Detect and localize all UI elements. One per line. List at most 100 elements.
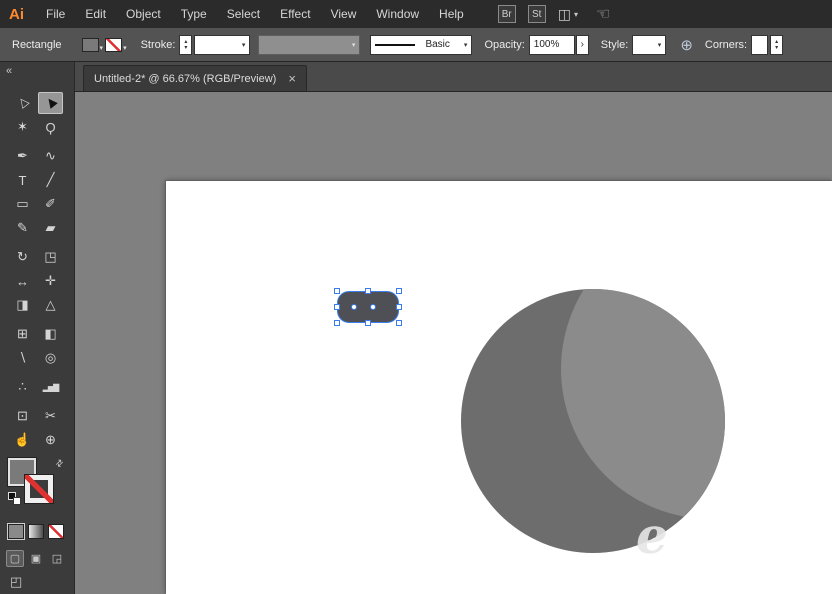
rectangle-tool[interactable]: ▭ — [10, 193, 35, 215]
menu-edit[interactable]: Edit — [75, 7, 116, 21]
stroke-swatch[interactable] — [25, 475, 53, 503]
perspective-grid-tool[interactable]: △ — [38, 294, 63, 316]
screen-mode-button[interactable]: ◰ — [10, 574, 22, 590]
appbar-tools: Br St ◫ ▾ ☜ — [497, 4, 610, 24]
selection-handle[interactable] — [365, 320, 371, 326]
mesh-tool[interactable]: ⊞ — [10, 323, 35, 345]
direct-selection-tool[interactable]: ▶ — [38, 92, 63, 114]
stock-button[interactable]: St — [527, 5, 546, 23]
stroke-label: Stroke: — [140, 38, 176, 51]
collapse-panel-button[interactable]: « — [6, 65, 12, 77]
selection-handle[interactable] — [334, 304, 340, 310]
gradient-tool[interactable]: ◧ — [38, 323, 63, 345]
selection-handle[interactable] — [334, 288, 340, 294]
menu-help[interactable]: Help — [429, 7, 474, 21]
line-segment-icon: ╱ — [46, 172, 55, 187]
stepper-down-icon[interactable]: ▾ — [775, 45, 778, 51]
line-segment-tool[interactable]: ╱ — [38, 169, 63, 191]
menu-type[interactable]: Type — [171, 7, 217, 21]
menu-object[interactable]: Object — [116, 7, 171, 21]
anchor-point[interactable] — [370, 304, 376, 310]
touch-workspace-icon[interactable]: ☜ — [596, 4, 610, 24]
pen-tool[interactable]: ✒ — [10, 145, 35, 167]
draw-normal-button[interactable]: ▢ — [6, 550, 24, 567]
lasso-tool[interactable]: Ϙ — [38, 116, 63, 138]
anchor-point[interactable] — [351, 304, 357, 310]
width-icon: ↔ — [16, 273, 29, 289]
artboard[interactable]: e — [166, 181, 832, 594]
slice-tool[interactable]: ✂ — [38, 405, 63, 427]
pencil-tool[interactable]: ✎ — [10, 217, 35, 239]
zoom-tool[interactable]: ⊕ — [38, 429, 63, 451]
selection-handle[interactable] — [396, 304, 402, 310]
color-button[interactable] — [7, 523, 25, 540]
control-bar: Rectangle ▾ ▾ Stroke: ▴ ▾ ▾ ▾ Basic ▾ Op… — [0, 28, 832, 62]
close-icon[interactable]: × — [288, 72, 296, 85]
selection-handle[interactable] — [396, 288, 402, 294]
corners-stepper[interactable]: ▴ ▾ — [770, 34, 784, 55]
mesh-icon: ⊞ — [17, 326, 28, 341]
zoom-icon: ⊕ — [45, 432, 56, 447]
eraser-tool[interactable]: ▰ — [38, 217, 63, 239]
rounded-rectangle[interactable] — [337, 291, 399, 323]
blend-tool[interactable]: ◎ — [38, 347, 63, 369]
document-tab[interactable]: Untitled-2* @ 66.67% (RGB/Preview) × — [83, 65, 307, 91]
selection-handle[interactable] — [396, 320, 402, 326]
symbol-sprayer-tool[interactable]: ∴ — [10, 376, 35, 398]
stroke-chevron-down-icon[interactable]: ▾ — [123, 44, 127, 52]
menu-effect[interactable]: Effect — [270, 7, 320, 21]
scale-tool[interactable]: ◳ — [38, 246, 63, 268]
eyedropper-tool[interactable]: ∖ — [10, 347, 35, 369]
fill-chevron-down-icon[interactable]: ▾ — [100, 44, 104, 52]
type-tool[interactable]: T — [10, 169, 35, 191]
hand-icon: ☝ — [14, 432, 31, 447]
paintbrush-tool[interactable]: ✐ — [38, 193, 63, 215]
menu-file[interactable]: File — [36, 7, 75, 21]
selection-handle[interactable] — [334, 320, 340, 326]
width-profile-select[interactable]: ▾ — [258, 34, 361, 55]
stepper-down-icon[interactable]: ▾ — [184, 45, 187, 51]
selection-tool[interactable]: ▷ — [10, 92, 35, 114]
curvature-tool[interactable]: ∿ — [38, 145, 63, 167]
menu-select[interactable]: Select — [217, 7, 270, 21]
shape-builder-tool[interactable]: ◨ — [10, 294, 35, 316]
rotate-tool[interactable]: ↻ — [10, 246, 35, 268]
pasteboard[interactable]: e — [75, 92, 832, 594]
stroke-weight-stepper[interactable]: ▴ ▾ — [179, 34, 193, 55]
artboard-tool[interactable]: ⊡ — [10, 405, 35, 427]
brush-definition-select[interactable]: Basic ▾ — [370, 34, 473, 55]
menu-items: File Edit Object Type Select Effect View Window… — [36, 7, 474, 21]
circle-shape[interactable] — [461, 289, 725, 553]
drawing-modes: ▢ ▣ ◲ — [6, 550, 66, 567]
stroke-weight-select[interactable]: ▾ — [194, 34, 251, 55]
selection-handle[interactable] — [365, 288, 371, 294]
selected-shape[interactable] — [334, 288, 402, 326]
none-button[interactable] — [48, 524, 64, 539]
bridge-button[interactable]: Br — [497, 5, 516, 23]
gradient-button[interactable] — [28, 524, 44, 539]
globe-icon[interactable]: ⊕ — [680, 36, 693, 54]
menu-view[interactable]: View — [321, 7, 367, 21]
artboard-icon: ⊡ — [17, 408, 28, 423]
column-graph-icon: ▂▅▇ — [42, 382, 60, 392]
stroke-color-swatch[interactable] — [105, 37, 123, 52]
opacity-panel-arrow[interactable]: › — [575, 34, 589, 55]
default-fill-stroke-button[interactable] — [8, 492, 22, 506]
perspective-grid-icon: △ — [45, 297, 56, 312]
draw-behind-button[interactable]: ▣ — [27, 550, 45, 567]
fill-color-swatch[interactable] — [81, 37, 99, 52]
corners-field[interactable] — [751, 34, 769, 55]
rotate-icon: ↻ — [17, 249, 28, 264]
selection-icon: ▷ — [14, 95, 31, 111]
free-transform-tool[interactable]: ✛ — [38, 270, 63, 292]
hand-tool[interactable]: ☝ — [10, 429, 35, 451]
swap-fill-stroke-icon[interactable]: ⇄ — [53, 457, 66, 470]
style-select[interactable]: ▾ — [632, 34, 667, 55]
opacity-input[interactable]: 100% — [528, 34, 575, 55]
width-tool[interactable]: ↔ — [10, 270, 35, 292]
draw-inside-button[interactable]: ◲ — [48, 550, 66, 567]
magic-wand-tool[interactable]: ✶ — [10, 116, 35, 138]
column-graph-tool[interactable]: ▂▅▇ — [38, 376, 63, 398]
workspace-switcher[interactable]: ◫ ▾ — [558, 6, 578, 23]
menu-window[interactable]: Window — [366, 7, 429, 21]
